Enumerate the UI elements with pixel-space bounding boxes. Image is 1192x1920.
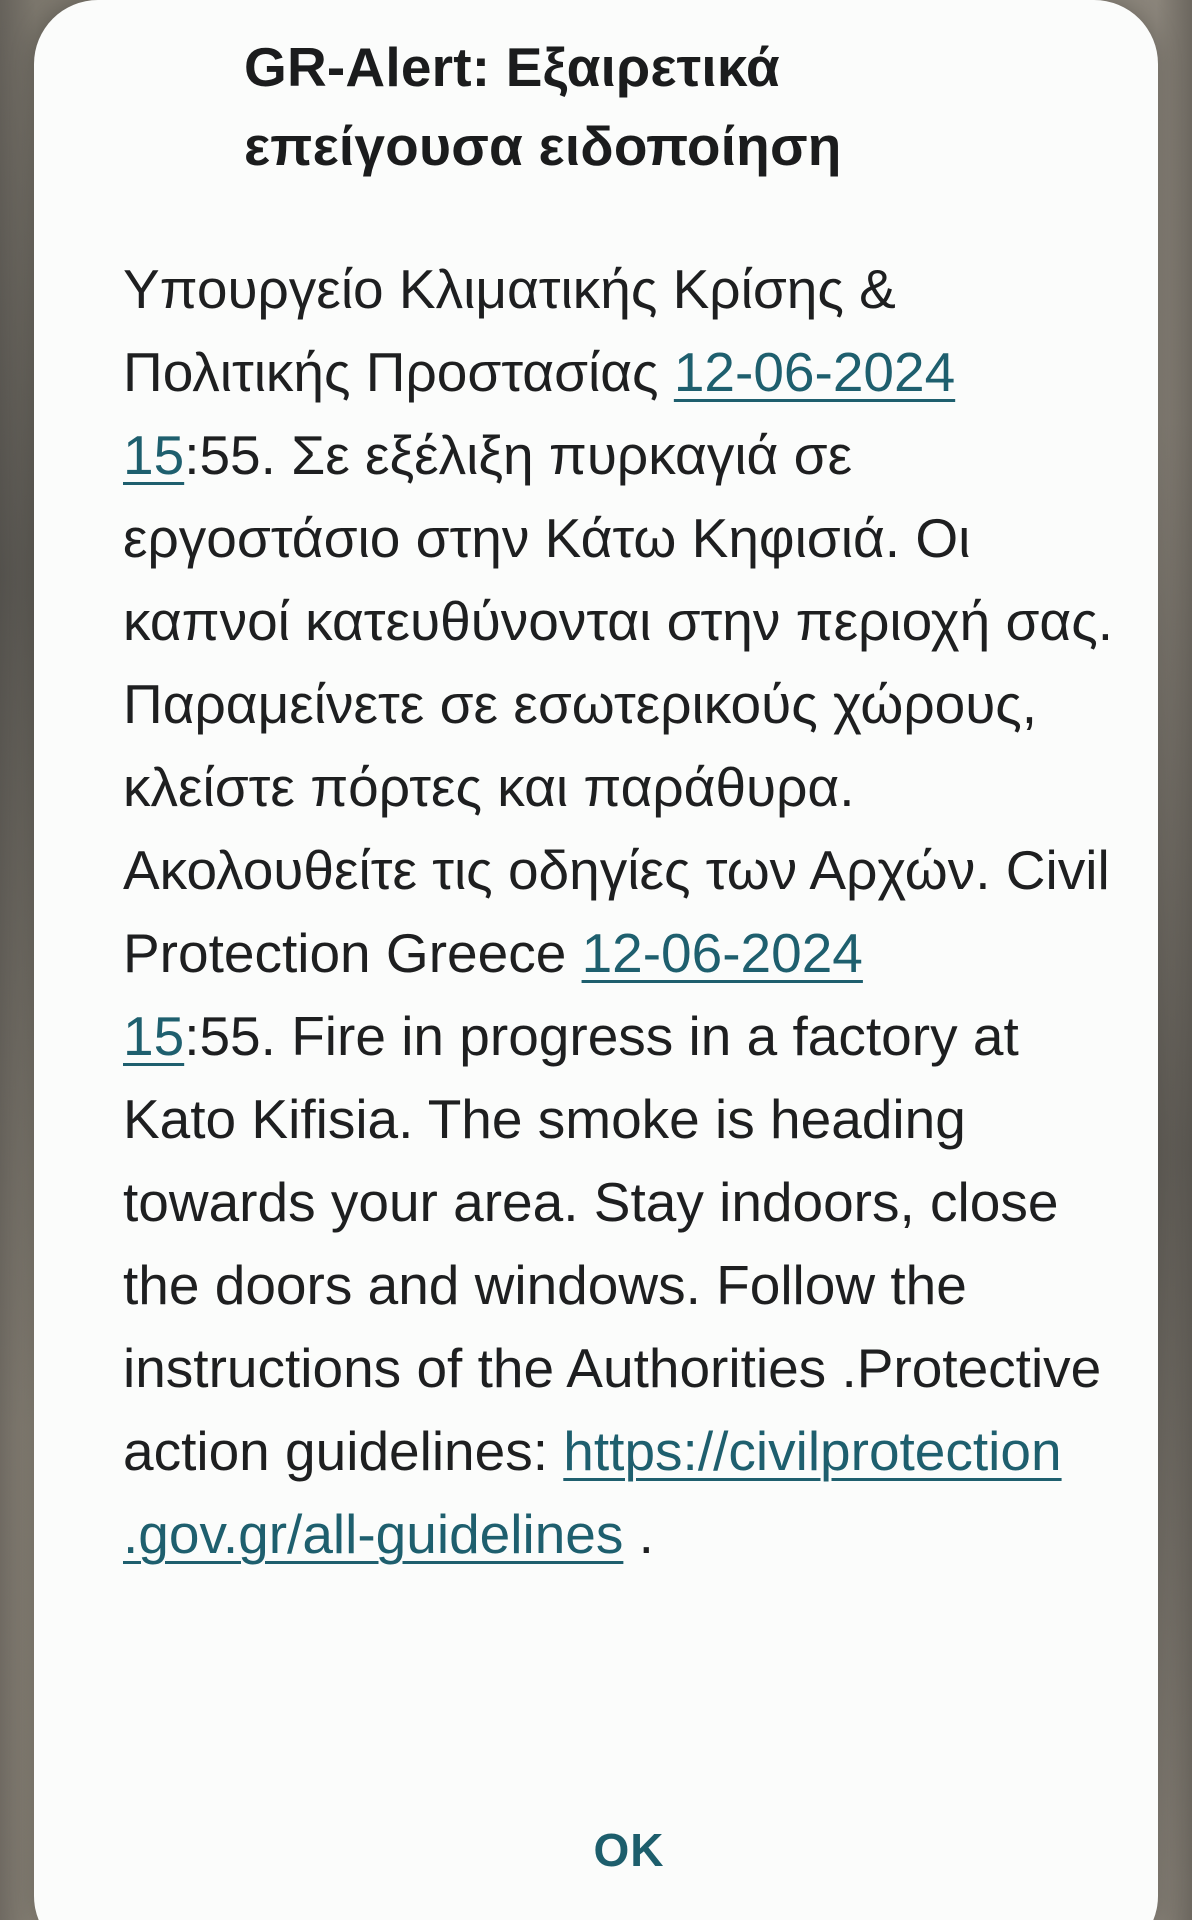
english-time-link[interactable]: 15 bbox=[123, 1005, 184, 1067]
ok-button[interactable]: OK bbox=[554, 1810, 704, 1890]
message-trailing: . bbox=[623, 1503, 654, 1565]
alert-message: Υπουργείο Κλιματικής Κρίσης & Πολιτικής … bbox=[123, 248, 1133, 1576]
message-english-text: :55. Fire in progress in a factory at Ka… bbox=[123, 1005, 1102, 1482]
greek-date-link[interactable]: 12-06-2024 bbox=[674, 341, 955, 403]
greek-time-link[interactable]: 15 bbox=[123, 424, 184, 486]
emergency-alert-dialog: GR-Alert: Εξαιρετικά επείγουσα ειδοποίησ… bbox=[34, 0, 1158, 1920]
english-date-link[interactable]: 12-06-2024 bbox=[582, 922, 863, 984]
alert-title: GR-Alert: Εξαιρετικά επείγουσα ειδοποίησ… bbox=[244, 36, 842, 177]
message-greek-text: :55. Σε εξέλιξη πυρκαγιά σε εργοστάσιο σ… bbox=[123, 424, 1113, 984]
guidelines-link-part-1: https://civilprotection bbox=[563, 1420, 1062, 1482]
guidelines-link-part-2: .gov.gr/all-guidelines bbox=[123, 1503, 624, 1565]
